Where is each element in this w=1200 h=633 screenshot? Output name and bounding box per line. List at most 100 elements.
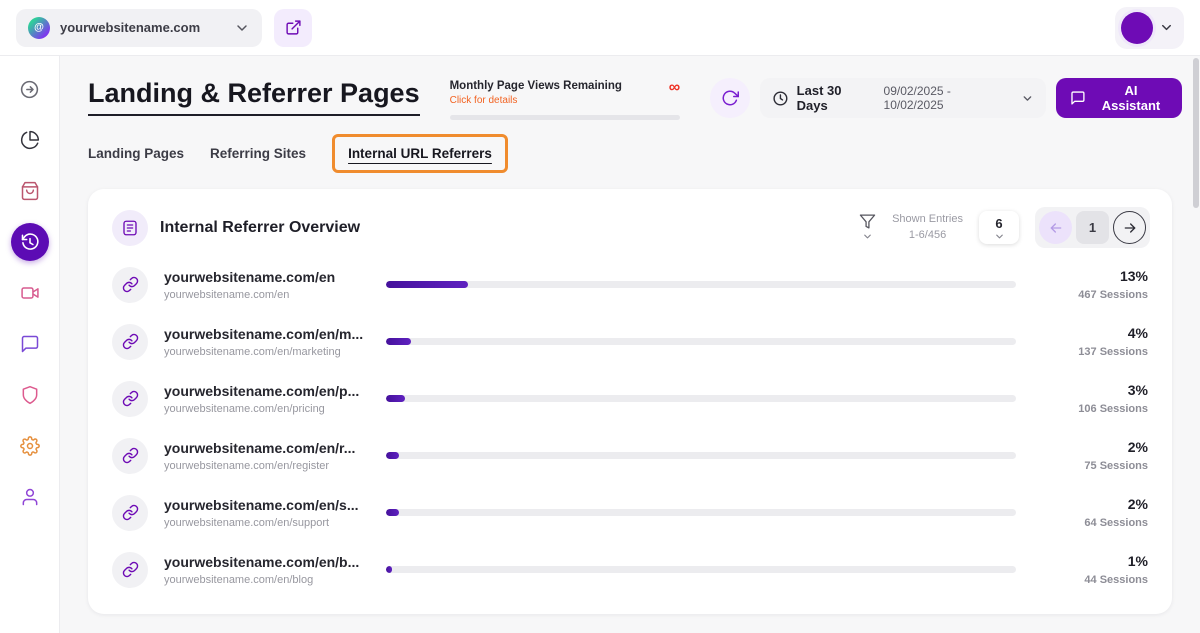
row-bar-fill [386, 509, 399, 516]
shown-entries: Shown Entries 1-6/456 [892, 212, 963, 244]
row-sessions: 75 Sessions [1038, 460, 1148, 472]
date-range-selector[interactable]: Last 30 Days 09/02/2025 - 10/02/2025 [760, 78, 1046, 118]
sidebar-item-analytics[interactable] [11, 121, 49, 159]
tab-landing-pages[interactable]: Landing Pages [88, 137, 184, 170]
row-percent: 3% [1038, 382, 1148, 398]
row-sessions: 137 Sessions [1038, 346, 1148, 358]
shield-icon [20, 385, 40, 405]
link-icon [112, 552, 148, 588]
ai-assistant-label: AI Assistant [1094, 83, 1168, 113]
chevron-down-icon [234, 20, 250, 36]
sidebar-item-account[interactable] [11, 478, 49, 516]
current-page-button[interactable]: 1 [1076, 211, 1109, 244]
row-text: yourwebsitename.com/en/r... yourwebsiten… [164, 440, 370, 472]
shown-entries-label: Shown Entries [892, 212, 963, 228]
row-percent: 2% [1038, 496, 1148, 512]
link-icon [112, 381, 148, 417]
open-website-button[interactable] [274, 9, 312, 47]
quota-value: ∞ [669, 80, 680, 96]
report-icon [112, 210, 148, 246]
referrer-rows: yourwebsitename.com/en yourwebsitename.c… [112, 256, 1150, 598]
dashboard-icon [19, 79, 40, 100]
sidebar-item-privacy[interactable] [11, 376, 49, 414]
user-icon [20, 487, 40, 507]
link-icon [112, 324, 148, 360]
row-metrics: 2% 64 Sessions [1038, 496, 1150, 529]
row-bar-track [386, 338, 1016, 345]
camera-icon [20, 283, 40, 303]
tab-label: Internal URL Referrers [348, 146, 492, 161]
row-percent: 4% [1038, 325, 1148, 341]
card-controls: Shown Entries 1-6/456 6 1 [859, 207, 1150, 248]
gear-icon [20, 436, 40, 456]
row-title: yourwebsitename.com/en/s... [164, 497, 370, 513]
sidebar-item-behaviour[interactable] [11, 223, 49, 261]
shopping-bag-icon [20, 181, 40, 201]
page-size-value: 6 [995, 216, 1002, 231]
sidebar-item-ecommerce[interactable] [11, 172, 49, 210]
sidebar-item-dashboard[interactable] [11, 70, 49, 108]
external-link-icon [285, 19, 302, 36]
tab-internal-url-referrers[interactable]: Internal URL Referrers [332, 134, 508, 173]
link-icon [112, 438, 148, 474]
referrer-row[interactable]: yourwebsitename.com/en/m... yourwebsiten… [112, 313, 1150, 370]
row-bar-fill [386, 566, 392, 573]
row-title: yourwebsitename.com/en/r... [164, 440, 370, 456]
screen: @ yourwebsitename.com [0, 0, 1200, 633]
pagination: 1 [1035, 207, 1150, 248]
page-header: Landing & Referrer Pages Monthly Page Vi… [60, 56, 1200, 120]
scrollbar-thumb[interactable] [1193, 58, 1199, 208]
website-selector[interactable]: @ yourwebsitename.com [16, 9, 262, 47]
filter-button[interactable] [859, 213, 876, 242]
referrer-row[interactable]: yourwebsitename.com/en/r... yourwebsiten… [112, 427, 1150, 484]
row-subtitle: yourwebsitename.com/en/marketing [164, 346, 370, 358]
website-logo-icon: @ [28, 17, 50, 39]
row-bar-track [386, 509, 1016, 516]
tab-referring-sites[interactable]: Referring Sites [210, 137, 306, 170]
chevron-down-icon [994, 231, 1005, 242]
refresh-icon [721, 89, 739, 107]
row-title: yourwebsitename.com/en/p... [164, 383, 370, 399]
topbar: @ yourwebsitename.com [0, 0, 1200, 56]
card-header: Internal Referrer Overview Shown Entries… [112, 207, 1150, 248]
row-percent: 2% [1038, 439, 1148, 455]
next-page-button[interactable] [1113, 211, 1146, 244]
sidebar-item-communication[interactable] [11, 325, 49, 363]
row-text: yourwebsitename.com/en yourwebsitename.c… [164, 269, 370, 301]
ai-assistant-button[interactable]: AI Assistant [1056, 78, 1182, 118]
main-content: Landing & Referrer Pages Monthly Page Vi… [60, 56, 1200, 633]
sidebar-item-recordings[interactable] [11, 274, 49, 312]
row-bar-fill [386, 452, 399, 459]
page-size-selector[interactable]: 6 [979, 211, 1019, 244]
row-title: yourwebsitename.com/en/m... [164, 326, 370, 342]
page-title: Landing & Referrer Pages [88, 78, 420, 116]
refresh-button[interactable] [710, 78, 750, 118]
row-metrics: 3% 106 Sessions [1038, 382, 1150, 415]
sidebar-item-settings[interactable] [11, 427, 49, 465]
chat-bubble-icon [20, 334, 40, 354]
row-bar-fill [386, 338, 411, 345]
row-metrics: 4% 137 Sessions [1038, 325, 1150, 358]
user-menu[interactable] [1115, 7, 1184, 49]
link-icon [112, 495, 148, 531]
tabs: Landing Pages Referring Sites Internal U… [60, 120, 1200, 173]
arrow-right-icon [1122, 220, 1138, 236]
referrer-row[interactable]: yourwebsitename.com/en/s... yourwebsiten… [112, 484, 1150, 541]
header-actions: Last 30 Days 09/02/2025 - 10/02/2025 AI … [710, 78, 1182, 118]
referrer-row[interactable]: yourwebsitename.com/en yourwebsitename.c… [112, 256, 1150, 313]
chevron-down-icon [1159, 20, 1174, 35]
row-metrics: 13% 467 Sessions [1038, 268, 1150, 301]
row-subtitle: yourwebsitename.com/en/register [164, 460, 370, 472]
row-sessions: 467 Sessions [1038, 289, 1148, 301]
row-bar-fill [386, 395, 405, 402]
row-bar-track [386, 281, 1016, 288]
referrer-row[interactable]: yourwebsitename.com/en/b... yourwebsiten… [112, 541, 1150, 598]
chat-icon [1070, 90, 1086, 106]
sidebar [0, 56, 60, 633]
quota-details-link[interactable]: Click for details [450, 95, 622, 106]
prev-page-button[interactable] [1039, 211, 1072, 244]
row-subtitle: yourwebsitename.com/en [164, 289, 370, 301]
row-bar-track [386, 452, 1016, 459]
referrer-row[interactable]: yourwebsitename.com/en/p... yourwebsiten… [112, 370, 1150, 427]
page-scrollbar[interactable] [1193, 58, 1199, 631]
